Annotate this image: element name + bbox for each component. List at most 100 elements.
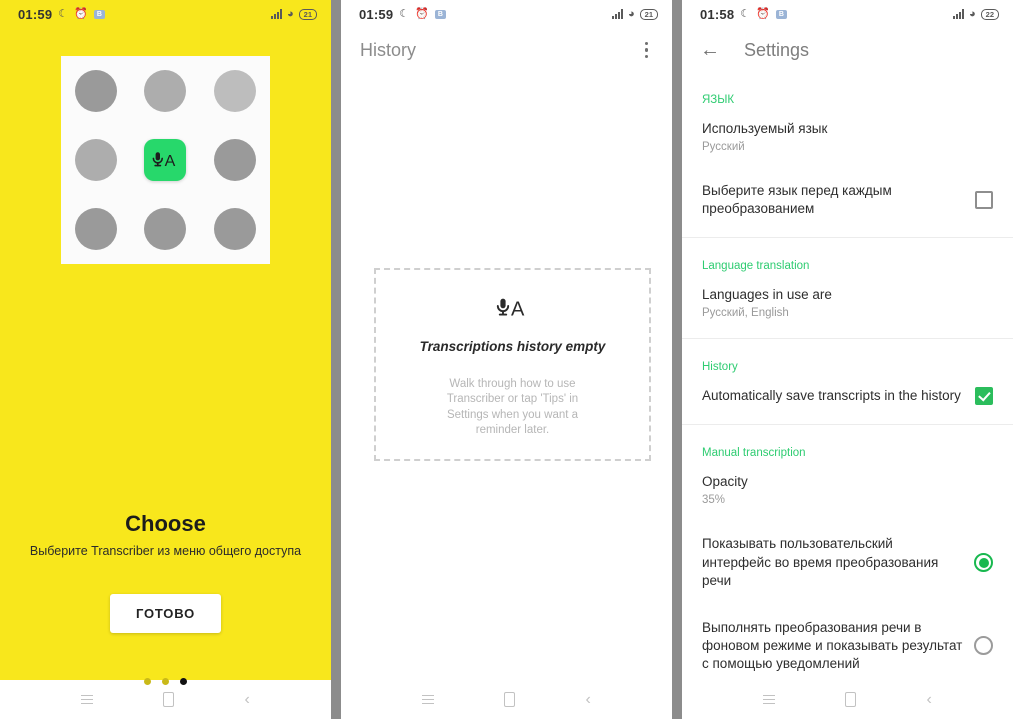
row-title: Выполнять преобразования речи в фоновом … — [702, 619, 963, 671]
checkbox-auto-save-transcripts[interactable] — [975, 387, 993, 406]
home-icon[interactable] — [845, 692, 857, 707]
history-appbar: History — [341, 28, 672, 72]
row-texts: Выполнять преобразования речи в фоновом … — [702, 619, 964, 673]
panel-divider — [331, 0, 341, 719]
row-title: Показывать пользовательский интерфейс во… — [702, 536, 939, 588]
battery-icon: 21 — [639, 8, 658, 20]
statusbar-left: 01:59 ☾ ⏰ B — [359, 7, 446, 22]
navbar-panel2: ‹ — [341, 680, 672, 719]
page-title: History — [360, 39, 417, 60]
panel-onboarding: 01:59 ☾ ⏰ B ◕ 21 A Choose Выберите Trans… — [0, 0, 331, 719]
section-header-history: History — [702, 361, 738, 374]
row-texts: Automatically save transcripts in the hi… — [702, 387, 965, 405]
overflow-menu-icon[interactable] — [641, 38, 653, 63]
alarm-icon: ⏰ — [415, 7, 429, 20]
statusbar-left: 01:59 ☾ ⏰ B — [18, 7, 105, 22]
wifi-icon: ◕ — [287, 7, 294, 20]
panel-history: 01:59 ☾ ⏰ B ◕ 21 History A Transcription… — [341, 0, 672, 719]
row-texts: Используемый язык Русский — [702, 120, 993, 153]
navbar-panel3: ‹ — [682, 680, 1013, 719]
row-title: Используемый язык — [702, 121, 828, 136]
mic-a-icon: A — [496, 296, 530, 322]
recents-icon[interactable] — [81, 694, 94, 705]
row-subtitle: 35% — [702, 494, 726, 507]
notification-badge-icon: B — [434, 9, 446, 19]
svg-text:A: A — [165, 153, 176, 170]
placeholder-app-circle — [74, 208, 117, 251]
moon-icon: ☾ — [399, 7, 410, 20]
statusbar-right: ◕ 22 — [953, 7, 999, 20]
svg-text:A: A — [511, 299, 525, 321]
notification-badge-icon: B — [775, 9, 787, 19]
statusbar-panel3: 01:58 ☾ ⏰ B ◕ 22 — [682, 0, 1013, 28]
setting-row-opacity[interactable]: Opacity 35% — [682, 459, 1013, 521]
setting-row-used-language[interactable]: Используемый язык Русский — [682, 106, 1013, 168]
notification-badge-icon: B — [93, 9, 105, 19]
section-header-manual-transcription: Manual transcription — [702, 447, 806, 460]
back-icon[interactable]: ‹ — [927, 691, 932, 708]
statusbar-panel1: 01:59 ☾ ⏰ B ◕ 21 — [0, 0, 331, 28]
page-indicator — [0, 678, 331, 685]
row-texts: Opacity 35% — [702, 473, 993, 506]
navbar-panel1: ‹ — [0, 680, 331, 719]
row-title: Выберите язык перед каждым преобразовани… — [702, 183, 892, 217]
placeholder-app-circle — [214, 208, 257, 251]
row-texts: Показывать пользовательский интерфейс во… — [702, 535, 964, 589]
home-icon[interactable] — [504, 692, 516, 707]
wifi-icon: ◕ — [969, 7, 976, 20]
moon-icon: ☾ — [740, 7, 751, 20]
back-arrow-icon[interactable]: ← — [700, 40, 720, 60]
battery-icon: 21 — [298, 8, 317, 20]
onboarding-caption: Choose Выберите Transcriber из меню обще… — [0, 511, 331, 558]
signal-icon — [953, 9, 964, 19]
radio-show-ui-during-speech[interactable] — [974, 553, 993, 573]
row-title: Languages in use are — [702, 287, 832, 303]
placeholder-app-circle — [74, 69, 117, 112]
section-header-language: язык — [702, 94, 735, 106]
row-subtitle: Русский, English — [702, 307, 789, 320]
statusbar-right: ◕ 21 — [612, 7, 658, 20]
back-icon[interactable]: ‹ — [586, 691, 591, 708]
three-screenshot-collage: 01:59 ☾ ⏰ B ◕ 21 A Choose Выберите Trans… — [0, 0, 1024, 719]
home-icon[interactable] — [163, 692, 175, 707]
row-texts: Languages in use are Русский, English — [702, 286, 993, 319]
history-body: A Transcriptions history empty Walk thro… — [341, 72, 672, 680]
recents-icon[interactable] — [763, 694, 776, 705]
empty-state-placeholder: A Transcriptions history empty Walk thro… — [374, 268, 651, 461]
page-dot[interactable] — [162, 678, 169, 685]
setting-row-languages-in-use[interactable]: Languages in use are Русский, English — [682, 272, 1013, 334]
moon-icon: ☾ — [58, 7, 69, 20]
recents-icon[interactable] — [422, 694, 435, 705]
app-grid-illustration: A — [61, 56, 270, 264]
placeholder-app-circle — [74, 138, 117, 181]
row-title: Automatically save transcripts in the hi… — [702, 388, 961, 404]
setting-row-background-mode[interactable]: Выполнять преобразования речи в фоновом … — [682, 605, 1013, 680]
statusbar-left: 01:58 ☾ ⏰ B — [700, 7, 787, 22]
page-dot-active[interactable] — [180, 678, 187, 685]
row-texts: Выберите язык перед каждым преобразовани… — [702, 182, 965, 218]
done-button[interactable]: ГОТОВО — [109, 594, 221, 633]
setting-row-show-ui-during-speech[interactable]: Показывать пользовательский интерфейс во… — [682, 521, 1013, 604]
setting-row-choose-language-each-time[interactable]: Выберите язык перед каждым преобразовани… — [682, 168, 1013, 233]
page-title: Settings — [744, 39, 810, 60]
settings-appbar: ← Settings — [682, 28, 1013, 72]
row-subtitle: Русский — [702, 141, 745, 154]
panel-settings: 01:58 ☾ ⏰ B ◕ 22 ← Settings язык Использ… — [682, 0, 1013, 719]
status-time: 01:58 — [700, 6, 735, 22]
radio-background-mode[interactable] — [974, 636, 993, 656]
signal-icon — [271, 9, 282, 19]
wifi-icon: ◕ — [628, 7, 635, 20]
setting-row-auto-save-transcripts[interactable]: Automatically save transcripts in the hi… — [682, 373, 1013, 420]
empty-state-title: Transcriptions history empty — [419, 339, 606, 354]
alarm-icon: ⏰ — [74, 7, 88, 20]
settings-list[interactable]: язык Используемый язык Русский Выберите … — [682, 72, 1013, 680]
back-icon[interactable]: ‹ — [245, 691, 250, 708]
row-title: Opacity — [702, 474, 748, 490]
mic-a-icon[interactable]: A — [144, 138, 187, 181]
onboarding-title: Choose — [125, 511, 206, 536]
onboarding-action-area: ГОТОВО — [0, 594, 331, 633]
checkbox-choose-language-each-time[interactable] — [975, 191, 993, 210]
page-dot[interactable] — [144, 678, 151, 685]
placeholder-app-circle — [144, 69, 187, 112]
statusbar-right: ◕ 21 — [271, 7, 317, 20]
